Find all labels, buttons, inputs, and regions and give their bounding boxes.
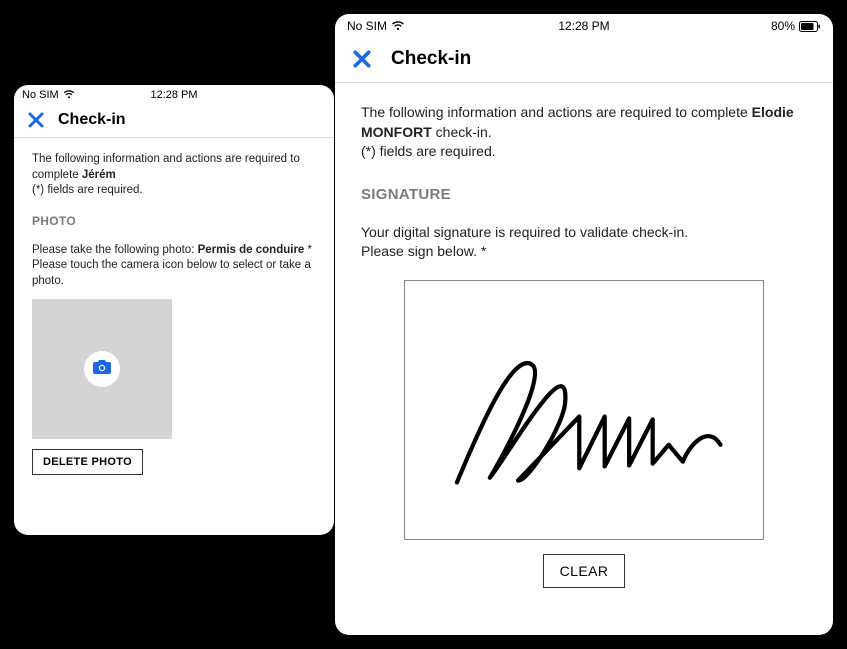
- status-bar: No SIM 12:28 PM: [14, 85, 334, 103]
- clear-button[interactable]: CLEAR: [543, 554, 626, 588]
- content-area: The following information and actions ar…: [335, 83, 833, 608]
- photo-instruction: Please take the following photo: Permis …: [32, 243, 316, 290]
- wifi-icon: [63, 90, 75, 99]
- signature-pad[interactable]: [404, 280, 764, 540]
- guest-name: Jérém: [82, 169, 116, 181]
- battery-icon: [799, 21, 821, 32]
- delete-photo-button[interactable]: DELETE PHOTO: [32, 449, 143, 475]
- photo-document-name: Permis de conduire: [198, 244, 305, 256]
- header: Check-in: [335, 36, 833, 83]
- close-icon[interactable]: [28, 112, 44, 128]
- wifi-icon: [391, 21, 405, 31]
- close-icon[interactable]: [353, 50, 371, 68]
- signature-stroke-icon: [424, 313, 744, 507]
- camera-button[interactable]: [84, 351, 120, 387]
- content-area: The following information and actions ar…: [14, 138, 334, 489]
- photo-placeholder[interactable]: [32, 299, 172, 439]
- section-title-photo: PHOTO: [32, 213, 316, 229]
- camera-icon: [92, 358, 112, 382]
- device-left-frame: No SIM 12:28 PM Check-in The following i…: [14, 85, 334, 535]
- status-battery-pct: 80%: [771, 19, 795, 33]
- intro-text: The following information and actions ar…: [32, 152, 316, 199]
- page-title: Check-in: [391, 48, 471, 70]
- device-right-frame: No SIM 12:28 PM 80% Check-in The followi…: [335, 14, 833, 635]
- header: Check-in: [14, 103, 334, 138]
- status-time: 12:28 PM: [150, 89, 197, 101]
- intro-text: The following information and actions ar…: [361, 103, 807, 162]
- status-carrier: No SIM: [22, 89, 59, 101]
- page-title: Check-in: [58, 111, 126, 129]
- status-carrier: No SIM: [347, 19, 387, 33]
- status-bar: No SIM 12:28 PM 80%: [335, 14, 833, 36]
- section-title-signature: SIGNATURE: [361, 184, 807, 205]
- status-time: 12:28 PM: [558, 19, 609, 33]
- signature-instruction: Your digital signature is required to va…: [361, 223, 807, 262]
